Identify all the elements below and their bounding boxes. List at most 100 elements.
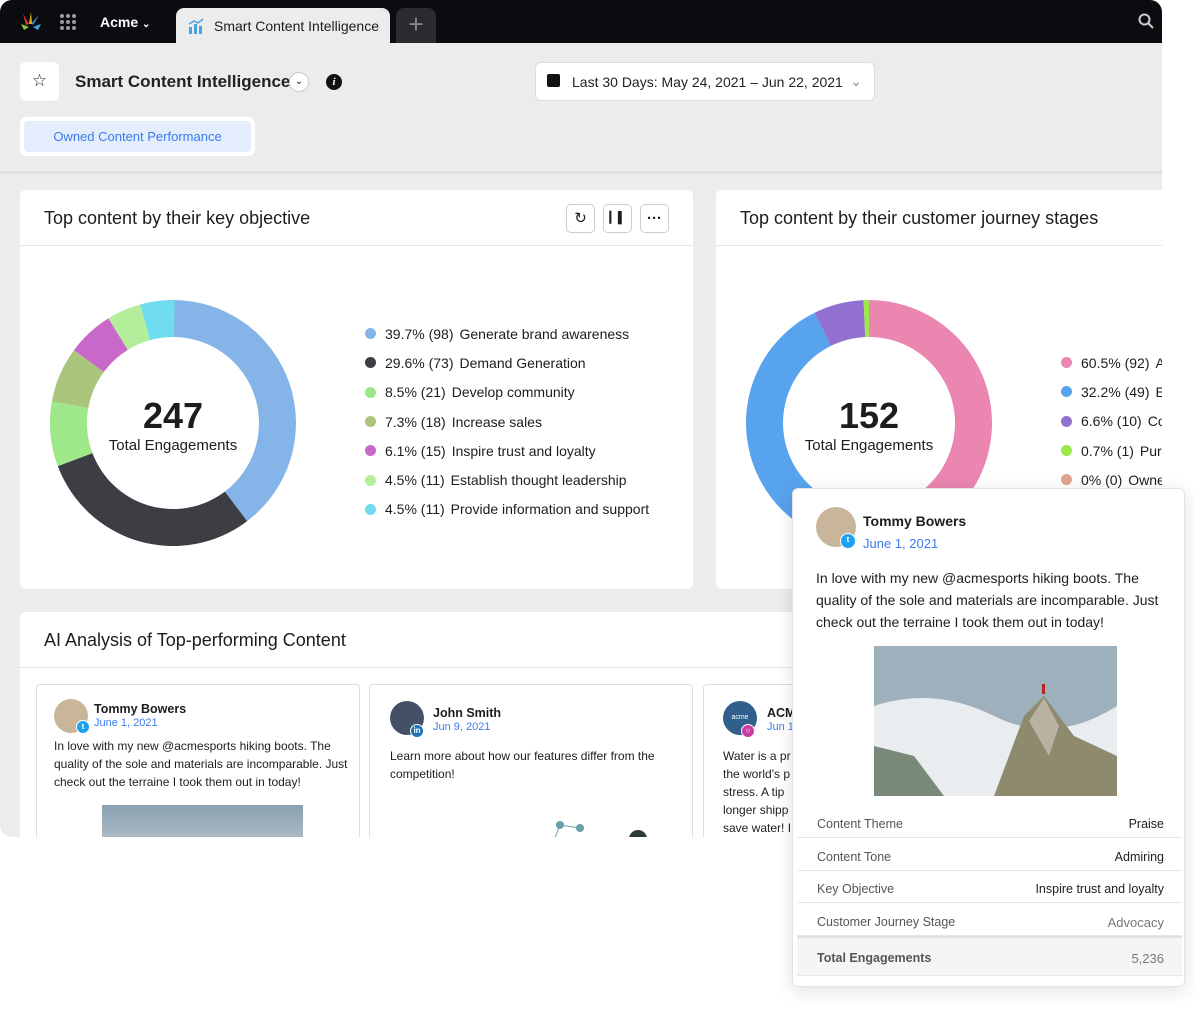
attribute-label: Key Objective xyxy=(817,882,895,896)
attribute-value: 5,236 xyxy=(1131,951,1164,966)
donut-center: 247 Total Engagements xyxy=(73,395,273,455)
attribute-label: Total Engagements xyxy=(817,951,932,965)
chevron-down-icon: ⌄ xyxy=(142,19,151,30)
legend-item[interactable]: 39.7% (98) Generate brand awareness xyxy=(365,319,649,348)
author-name: Tommy Bowers xyxy=(94,702,187,716)
top-bar: Acme ⌄ Smart Content Intelligence + xyxy=(0,0,1162,43)
legend-label: Co xyxy=(1147,413,1162,430)
legend-item[interactable]: 7.3% (18) Increase sales xyxy=(365,407,649,436)
new-tab-button[interactable]: + xyxy=(396,8,436,43)
linkedin-icon: in xyxy=(410,724,424,738)
more-icon: ··· xyxy=(647,210,662,227)
twitter-icon: t xyxy=(76,720,90,734)
legend-label: E xyxy=(1155,383,1162,400)
legend-dot xyxy=(1061,415,1072,427)
tab-owned-content-performance[interactable]: Owned Content Performance xyxy=(24,121,251,152)
legend-item[interactable]: 8.5% (21) Develop community xyxy=(365,378,649,407)
legend-label: Develop community xyxy=(451,384,575,401)
favorite-star-button[interactable]: ☆ xyxy=(20,62,59,101)
attribute-label: Content Theme xyxy=(817,817,903,831)
post-text: In love with my new @acmesports hiking b… xyxy=(54,739,348,789)
widget-title: Top content by their customer journey st… xyxy=(716,190,1162,246)
post-image xyxy=(554,821,647,837)
legend-item[interactable]: 60.5% (92) A xyxy=(1061,348,1162,377)
legend-value: 0% (0) xyxy=(1081,471,1123,488)
legend-item[interactable]: 4.5% (11) Provide information and support xyxy=(365,495,649,524)
total-value: 247 xyxy=(142,395,204,436)
donut-slice-1[interactable] xyxy=(57,453,248,546)
legend-value: 29.6% (73) xyxy=(385,354,454,371)
legend-value: 6.1% (15) xyxy=(385,442,446,459)
legend-label: Purc xyxy=(1139,442,1162,459)
chart-type-button[interactable]: ▎▌ xyxy=(603,204,632,233)
legend-item[interactable]: 6.1% (15) Inspire trust and loyalty xyxy=(365,436,649,465)
bar-chart-icon: ▎▌ xyxy=(609,212,626,224)
attribute-row: Content Theme Praise xyxy=(797,806,1182,838)
attribute-row: Content Tone Admiring xyxy=(797,839,1182,871)
tab-label: Smart Content Intelligence xyxy=(214,18,379,34)
legend-dot xyxy=(365,503,376,515)
total-label: Total Engagements xyxy=(804,437,934,454)
legend-label: Establish thought leadership xyxy=(450,472,627,489)
instagram-icon: ○ xyxy=(741,724,755,738)
legend-dot xyxy=(365,416,376,428)
dashboard-dropdown-button[interactable]: ⌄ xyxy=(289,72,309,92)
legend-label: Owne xyxy=(1128,471,1162,488)
post-card[interactable]: acme ○ ACM Jun 1 Water is a pr the world… xyxy=(703,684,803,837)
legend-item[interactable]: 4.5% (11) Establish thought leadership xyxy=(365,465,649,494)
post-text: In love with my new @acmesports hiking b… xyxy=(816,570,1159,630)
objective-widget: Top content by their key objective ↻ ▎▌ … xyxy=(20,190,693,589)
post-card[interactable]: in John Smith Jun 9, 2021 Learn more abo… xyxy=(369,684,693,837)
more-options-button[interactable]: ··· xyxy=(640,204,669,233)
workspace-name: Acme xyxy=(100,14,139,30)
legend-item[interactable]: 29.6% (73) Demand Generation xyxy=(365,348,649,377)
post-card[interactable]: t Tommy Bowers June 1, 2021 In love with… xyxy=(36,684,360,837)
chevron-down-icon: ⌄ xyxy=(294,76,304,87)
legend-value: 4.5% (11) xyxy=(385,472,445,489)
legend-item[interactable]: 6.6% (10) Co xyxy=(1061,407,1162,436)
attribute-value: Advocacy xyxy=(1107,914,1164,930)
legend-label: Provide information and support xyxy=(450,501,650,518)
legend-dot xyxy=(365,445,376,457)
legend-dot xyxy=(365,386,376,398)
legend-dot xyxy=(365,328,376,340)
legend-value: 6.6% (10) xyxy=(1081,413,1142,430)
legend-value: 60.5% (92) xyxy=(1081,354,1150,371)
legend-dot xyxy=(1061,445,1072,457)
attribute-value: Inspire trust and loyalty xyxy=(1035,882,1164,896)
legend: 60.5% (92) A 32.2% (49) E 6.6% (10) Co 0.7% (1… xyxy=(1061,348,1162,494)
chart-icon xyxy=(188,18,204,34)
twitter-icon: t xyxy=(840,533,856,549)
apps-grid-icon[interactable] xyxy=(60,14,76,30)
total-label: Total Engagements xyxy=(108,437,238,454)
brand-logo-icon[interactable] xyxy=(20,12,42,32)
attribute-row: Customer Journey Stage Advocacy xyxy=(797,904,1182,936)
legend-label: A xyxy=(1155,354,1162,371)
legend-label: Inspire trust and loyalty xyxy=(451,442,596,459)
donut-center: 152 Total Engagements xyxy=(769,395,969,455)
legend-value: 7.3% (18) xyxy=(385,413,446,430)
search-icon[interactable] xyxy=(1138,13,1154,29)
date-range-picker[interactable]: Last 30 Days: May 24, 2021 – Jun 22, 202… xyxy=(535,62,875,101)
refresh-button[interactable]: ↻ xyxy=(566,204,595,233)
attribute-row: Key Objective Inspire trust and loyalty xyxy=(797,871,1182,903)
page-title: Smart Content Intelligence xyxy=(75,72,291,91)
tab-smart-content-intelligence[interactable]: Smart Content Intelligence xyxy=(176,8,390,43)
post-text: Water is a pr the world's p stress. A ti… xyxy=(723,749,792,835)
legend-label: Increase sales xyxy=(451,413,542,430)
legend-dot xyxy=(1061,386,1072,398)
author-name: John Smith xyxy=(433,706,502,720)
legend-item[interactable]: 32.2% (49) E xyxy=(1061,377,1162,406)
legend-dot xyxy=(1061,474,1072,486)
legend-item[interactable]: 0.7% (1) Purc xyxy=(1061,436,1162,465)
legend-value: 39.7% (98) xyxy=(385,325,454,342)
post-text: Learn more about how our features differ… xyxy=(390,749,655,781)
legend-value: 32.2% (49) xyxy=(1081,383,1150,400)
post-detail-popup: t Tommy Bowers June 1, 2021 In love with… xyxy=(792,488,1185,987)
legend-label: Demand Generation xyxy=(459,354,586,371)
info-icon[interactable]: i xyxy=(326,74,342,90)
post-date: Jun 1 xyxy=(767,721,794,733)
post-image xyxy=(102,805,303,837)
legend: 39.7% (98) Generate brand awareness 29.6% … xyxy=(365,319,649,524)
workspace-switcher[interactable]: Acme ⌄ xyxy=(100,14,150,30)
